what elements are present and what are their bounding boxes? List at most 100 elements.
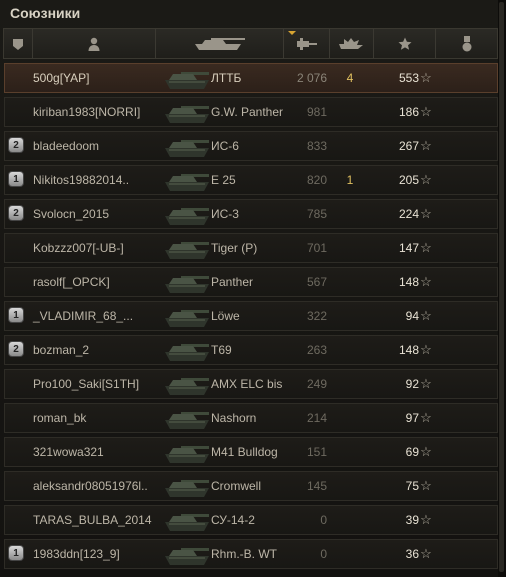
- vehicle-name: Panther: [211, 275, 254, 289]
- kills-value: 4: [346, 71, 354, 85]
- player-name: TARAS_BULBA_2014: [33, 513, 152, 527]
- star-icon: ☆: [420, 410, 432, 425]
- vehicle-name: Tiger (P): [211, 241, 258, 255]
- medal-icon: [462, 35, 471, 51]
- experience-value: 205: [398, 173, 419, 187]
- damage-value: 567: [306, 275, 327, 289]
- column-vehicle[interactable]: [156, 29, 284, 58]
- tank-icon: [194, 37, 245, 50]
- vehicle-tank-icon: [163, 166, 211, 194]
- table-row[interactable]: 2 bladeedoom ИС-6 833 267 ☆: [4, 131, 498, 161]
- column-frags[interactable]: [330, 29, 374, 58]
- experience-value: 36: [405, 547, 419, 561]
- vehicle-tank-icon: [163, 234, 211, 262]
- star-icon: ☆: [420, 308, 432, 323]
- star-icon: ☆: [420, 104, 432, 119]
- rank-badge-icon: 1: [9, 546, 23, 560]
- rank-badge-icon: 2: [9, 138, 23, 152]
- vehicle-tank-icon: [163, 200, 211, 228]
- kills-value: [340, 336, 360, 364]
- table-row[interactable]: roman_bk Nashorn 214 97 ☆: [4, 403, 498, 433]
- scrollbar[interactable]: [498, 0, 506, 577]
- star-icon: ☆: [420, 70, 432, 85]
- damage-value: 151: [306, 445, 327, 459]
- experience-value: 553: [398, 71, 419, 85]
- table-row[interactable]: rasolf[_OPCK] Panther 567 148 ☆: [4, 267, 498, 297]
- kills-value: [340, 370, 360, 398]
- table-row[interactable]: TARAS_BULBA_2014 СУ-14-2 0 39 ☆: [4, 505, 498, 535]
- allies-list: 500g[YAP] ЛТТБ 2 076 4 553 ☆ kiriban1983[NORRI…: [4, 63, 498, 573]
- star-icon: ☆: [420, 478, 432, 493]
- vehicle-name: Rhm.-B. WT: [211, 547, 277, 561]
- kills-value: [340, 438, 360, 466]
- vehicle-tank-icon: [163, 132, 211, 160]
- table-row[interactable]: 2 Svolocn_2015 ИС-3 785 224 ☆: [4, 199, 498, 229]
- kills-value: 1: [346, 173, 354, 187]
- column-rank[interactable]: [4, 29, 33, 58]
- kills-value: [340, 200, 360, 228]
- star-icon: [398, 37, 411, 50]
- player-name: Pro100_Saki[S1TH]: [33, 377, 140, 391]
- table-row[interactable]: aleksandr08051976l.. Cromwell 145 75 ☆: [4, 471, 498, 501]
- experience-value: 94: [405, 309, 419, 323]
- experience-value: 148: [398, 275, 419, 289]
- table-header: [3, 28, 498, 59]
- table-row-self[interactable]: 500g[YAP] ЛТТБ 2 076 4 553 ☆: [4, 63, 498, 93]
- vehicle-name: ИС-6: [211, 139, 239, 153]
- rank-badge-icon: 2: [9, 206, 23, 220]
- damage-value: 322: [306, 309, 327, 323]
- player-name: _VLADIMIR_68_...: [33, 309, 134, 323]
- experience-value: 148: [398, 343, 419, 357]
- damage-value: 981: [306, 105, 327, 119]
- vehicle-tank-icon: [163, 302, 211, 330]
- damage-value: 249: [306, 377, 327, 391]
- damage-value: 820: [306, 173, 327, 187]
- table-row[interactable]: 1 1983ddn[123_9] Rhm.-B. WT 0 36 ☆: [4, 539, 498, 569]
- table-row[interactable]: 321wowa321 M41 Bulldog 151 69 ☆: [4, 437, 498, 467]
- table-row[interactable]: Kobzzz007[-UB-] Tiger (P) 701 147 ☆: [4, 233, 498, 263]
- vehicle-name: Löwe: [211, 309, 240, 323]
- sort-arrow-icon: [288, 31, 296, 35]
- column-medals[interactable]: [436, 29, 497, 58]
- table-row[interactable]: Pro100_Saki[S1TH] AMX ELC bis 249 92 ☆: [4, 369, 498, 399]
- table-row[interactable]: 2 bozman_2 T69 263 148 ☆: [4, 335, 498, 365]
- experience-value: 267: [398, 139, 419, 153]
- player-icon: [88, 37, 100, 51]
- rank-badge-icon: [13, 38, 23, 50]
- kills-value: [340, 132, 360, 160]
- kills-value: [340, 302, 360, 330]
- kills-value: [340, 540, 360, 568]
- table-row[interactable]: kiriban1983[NORRI] G.W. Panther 981 186 ☆: [4, 97, 498, 127]
- panel-title: Союзники: [10, 5, 81, 21]
- column-player[interactable]: [33, 29, 156, 58]
- vehicle-name: E 25: [211, 173, 236, 187]
- experience-value: 147: [398, 241, 419, 255]
- kills-value: [340, 404, 360, 432]
- vehicle-name: Cromwell: [211, 479, 262, 493]
- star-icon: ☆: [420, 240, 432, 255]
- damage-value: 0: [320, 513, 327, 527]
- table-row[interactable]: 1 _VLADIMIR_68_... Löwe 322 94 ☆: [4, 301, 498, 331]
- vehicle-name: AMX ELC bis: [211, 377, 283, 391]
- scrollbar-thumb[interactable]: [499, 2, 504, 572]
- star-icon: ☆: [420, 206, 432, 221]
- vehicle-tank-icon: [163, 64, 211, 92]
- player-name: rasolf[_OPCK]: [33, 275, 110, 289]
- player-name: aleksandr08051976l..: [33, 479, 148, 493]
- kills-value: [340, 234, 360, 262]
- vehicle-name: ИС-3: [211, 207, 239, 221]
- experience-value: 92: [405, 377, 419, 391]
- vehicle-tank-icon: [163, 438, 211, 466]
- vehicle-tank-icon: [163, 370, 211, 398]
- damage-value: 833: [306, 139, 327, 153]
- rank-badge-icon: 1: [9, 308, 23, 322]
- star-icon: ☆: [420, 546, 432, 561]
- vehicle-tank-icon: [163, 540, 211, 568]
- star-icon: ☆: [420, 376, 432, 391]
- kills-value: [340, 506, 360, 534]
- star-icon: ☆: [420, 342, 432, 357]
- column-experience[interactable]: [374, 29, 436, 58]
- table-row[interactable]: 1 Nikitos19882014.. E 25 820 1 205 ☆: [4, 165, 498, 195]
- vehicle-tank-icon: [163, 336, 211, 364]
- experience-value: 97: [405, 411, 419, 425]
